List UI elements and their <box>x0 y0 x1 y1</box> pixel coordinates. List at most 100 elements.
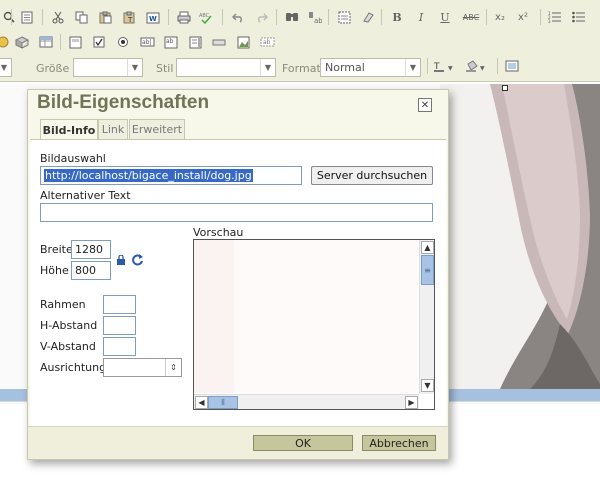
toolbar-row-2: ab| ab ab <box>0 30 600 54</box>
bold-icon[interactable]: B <box>388 8 406 26</box>
radio-icon[interactable] <box>114 33 132 51</box>
breite-label: Breite <box>40 243 73 256</box>
align-select[interactable]: ⇕ <box>103 358 182 377</box>
hspace-field[interactable] <box>103 316 136 335</box>
svg-text:ab: ab <box>166 38 174 45</box>
print-icon[interactable] <box>175 8 193 26</box>
italic-icon[interactable]: I <box>412 8 430 26</box>
ordered-list-icon[interactable]: 123 <box>546 8 564 26</box>
button-field-icon[interactable] <box>210 33 228 51</box>
server-browse-button[interactable]: Server durchsuchen <box>311 166 433 185</box>
vorschau-label: Vorschau <box>193 226 244 239</box>
scroll-down-icon[interactable]: ▼ <box>421 379 434 392</box>
close-button[interactable]: ✕ <box>418 98 432 112</box>
background-color-icon[interactable]: ▼ <box>464 57 490 75</box>
undo-icon[interactable] <box>229 8 247 26</box>
scroll-up-icon[interactable]: ▲ <box>421 241 434 254</box>
url-field[interactable]: http://localhost/bigace_install/dog.jpg <box>40 166 302 185</box>
copy-icon[interactable] <box>72 8 90 26</box>
horizontal-scroll-thumb[interactable]: ⦀ <box>208 396 238 409</box>
vspace-field[interactable] <box>103 337 136 356</box>
spellcheck-icon[interactable]: ABC <box>197 8 215 26</box>
stil-label: Stil <box>156 62 174 75</box>
scroll-right-icon[interactable]: ▶ <box>405 396 418 409</box>
paste-word-icon[interactable]: W <box>144 8 162 26</box>
unordered-list-icon[interactable] <box>570 8 588 26</box>
lock-ratio-icon[interactable] <box>116 254 126 265</box>
ausrichtung-label: Ausrichtung <box>40 361 107 374</box>
svg-text:ab: ab <box>314 17 322 24</box>
vertical-scroll-thumb[interactable]: ≡ <box>421 255 434 285</box>
style-combo[interactable]: ▼ <box>176 58 276 77</box>
anchor-icon[interactable] <box>0 33 12 51</box>
select-field-icon[interactable] <box>186 33 204 51</box>
scroll-left-icon[interactable]: ◀ <box>195 396 208 409</box>
textarea-icon[interactable]: ab <box>162 33 180 51</box>
close-icon: ✕ <box>420 99 430 111</box>
find-icon[interactable] <box>283 8 301 26</box>
size-combo[interactable]: ▼ <box>73 58 143 77</box>
border-field[interactable] <box>103 295 136 314</box>
width-field[interactable]: 1280 <box>71 240 111 259</box>
image-resize-handle[interactable] <box>502 85 508 91</box>
bildauswahl-label: Bildauswahl <box>40 152 106 165</box>
reset-size-icon[interactable] <box>131 253 144 266</box>
dialog-title: Bild-Eigenschaften <box>37 92 210 113</box>
svg-text:ab|: ab| <box>142 39 152 46</box>
alt-text-field[interactable] <box>40 203 433 222</box>
paste-icon[interactable] <box>96 8 114 26</box>
format-label: Format <box>282 62 321 75</box>
toolbar-row-1: T W ABC ab B I U ABC x₂ x² 123 <box>0 5 600 29</box>
dog-image <box>440 84 600 389</box>
chevron-down-icon: ▼ <box>405 59 420 76</box>
checkbox-icon[interactable] <box>90 33 108 51</box>
preview-horizontal-scrollbar[interactable]: ◀ ⦀ ▶ <box>194 394 419 409</box>
image-button-icon[interactable] <box>234 33 252 51</box>
groesse-label: Größe <box>36 62 70 75</box>
preview-vertical-scrollbar[interactable]: ▲ ≡ ▼ <box>419 240 434 394</box>
svg-text:ab: ab <box>263 39 271 46</box>
replace-icon[interactable]: ab <box>306 8 324 26</box>
height-field[interactable]: 800 <box>71 261 111 280</box>
tab-erweitert[interactable]: Erweitert <box>129 119 185 139</box>
format-combo[interactable]: Normal ▼ <box>320 58 421 77</box>
cut-icon[interactable] <box>49 8 67 26</box>
editor-toolbar: T W ABC ab B I U ABC x₂ x² 123 ab| ab ab… <box>0 0 600 82</box>
chevron-down-icon: ▼ <box>127 59 142 76</box>
hidden-field-icon[interactable]: ab <box>258 33 276 51</box>
rahmen-label: Rahmen <box>40 298 86 311</box>
updown-chevron-icon: ⇕ <box>165 359 181 376</box>
hoehe-label: Höhe <box>40 264 69 277</box>
remove-format-icon[interactable] <box>359 8 377 26</box>
redo-icon[interactable] <box>252 8 270 26</box>
superscript-icon[interactable]: x² <box>514 8 532 26</box>
url-value: http://localhost/bigace_install/dog.jpg <box>44 169 253 182</box>
paste-text-icon[interactable]: T <box>120 8 138 26</box>
textfield-icon[interactable]: ab| <box>138 33 156 51</box>
maximize-icon[interactable] <box>503 57 521 75</box>
svg-text:ABC: ABC <box>199 13 210 19</box>
find-replace-icon[interactable] <box>0 8 18 26</box>
svg-text:T: T <box>127 16 133 24</box>
tab-link[interactable]: Link <box>98 119 128 139</box>
subscript-icon[interactable]: x₂ <box>491 8 509 26</box>
document-icon[interactable] <box>18 8 36 26</box>
alt-text-label: Alternativer Text <box>40 189 131 202</box>
cancel-button[interactable]: Abbrechen <box>362 435 436 451</box>
underline-icon[interactable]: U <box>436 8 454 26</box>
tab-bild-info[interactable]: Bild-Info <box>40 119 98 140</box>
table-icon[interactable] <box>37 33 55 51</box>
preview-image <box>194 240 418 393</box>
svg-text:3: 3 <box>548 19 551 23</box>
strikethrough-icon[interactable]: ABC <box>460 8 482 26</box>
v-abstand-label: V-Abstand <box>40 340 96 353</box>
svg-text:▼: ▼ <box>480 65 485 72</box>
form-icon[interactable] <box>66 33 84 51</box>
toolbar-row-3: ▼ Größe ▼ Stil ▼ Format Normal ▼ T ▼ ▼ <box>0 54 600 78</box>
ok-button[interactable]: OK <box>253 435 353 451</box>
text-color-icon[interactable]: T ▼ <box>432 57 458 75</box>
preview-box <box>193 239 435 410</box>
flash-icon[interactable] <box>13 33 31 51</box>
font-combo[interactable]: ▼ <box>0 58 12 77</box>
select-all-icon[interactable] <box>335 8 353 26</box>
